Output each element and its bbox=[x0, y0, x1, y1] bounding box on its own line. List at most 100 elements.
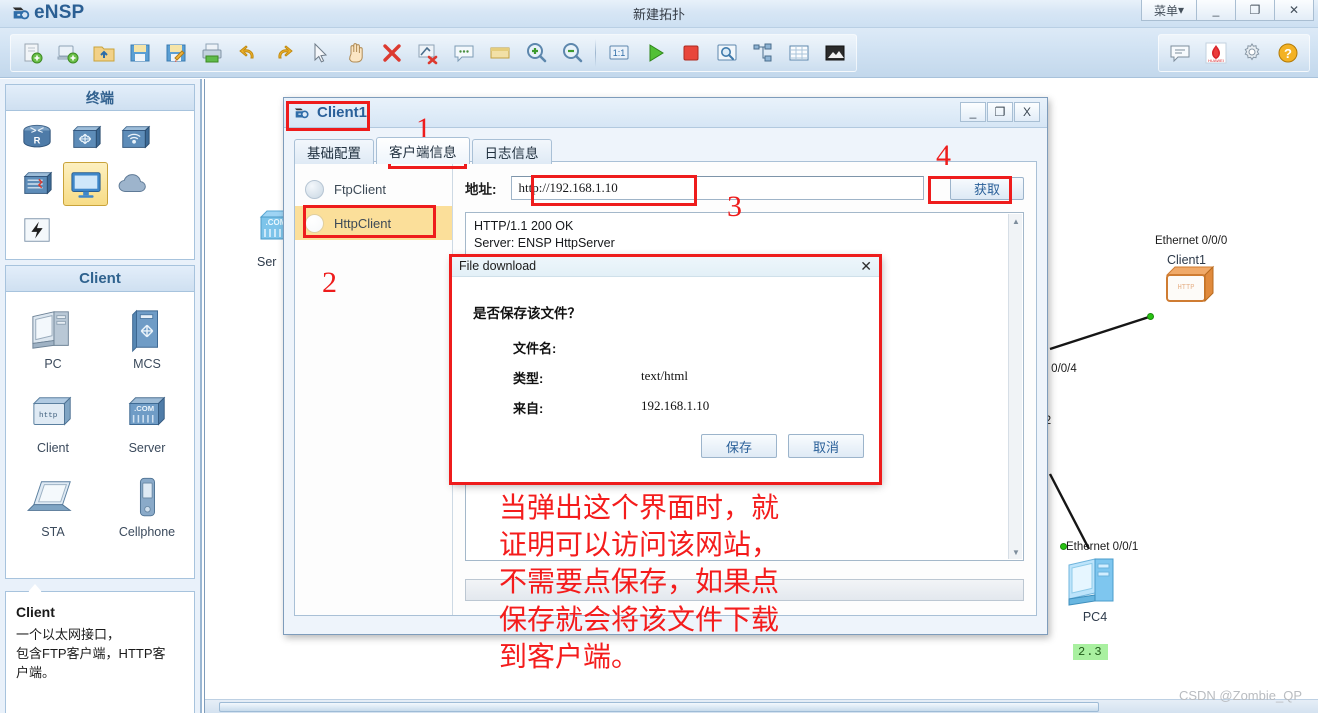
response-line: Server: ENSP HttpServer bbox=[474, 236, 615, 251]
list-item-httpclient[interactable]: HttpClient bbox=[295, 206, 452, 240]
help-icon[interactable]: ? bbox=[1271, 37, 1305, 69]
device-sta[interactable]: STA bbox=[6, 468, 100, 552]
category-terminal[interactable] bbox=[63, 162, 108, 206]
new-topology-icon[interactable] bbox=[15, 37, 49, 69]
delete-icon[interactable] bbox=[375, 37, 409, 69]
file-download-dialog: File download ✕ 是否保存该文件？ 文件名: 类型: text/h… bbox=[450, 255, 880, 483]
device-label: Client bbox=[37, 441, 69, 455]
comment-icon[interactable] bbox=[447, 37, 481, 69]
list-item-ftpclient[interactable]: FtpClient bbox=[295, 172, 452, 206]
row-key: 类型: bbox=[513, 371, 544, 386]
category-switch[interactable] bbox=[63, 116, 108, 160]
background-icon[interactable] bbox=[818, 37, 852, 69]
description-title: Client bbox=[16, 604, 55, 620]
client1-close-button[interactable]: X bbox=[1014, 102, 1040, 122]
device-panel-header: Client bbox=[6, 266, 194, 292]
shape-icon[interactable] bbox=[483, 37, 517, 69]
category-cloud[interactable] bbox=[112, 162, 157, 206]
device-panel: Client PC MCS http Client .COM Server ST… bbox=[5, 265, 195, 579]
print-icon[interactable] bbox=[195, 37, 229, 69]
scrollbar-thumb[interactable] bbox=[219, 702, 1099, 712]
save-button[interactable]: 保存 bbox=[701, 434, 777, 458]
topology-tree-icon[interactable] bbox=[746, 37, 780, 69]
settings-icon[interactable] bbox=[1235, 37, 1269, 69]
forum-icon[interactable] bbox=[1163, 37, 1197, 69]
toolbar-right-group: HUAWEI ? bbox=[1158, 34, 1310, 72]
address-input[interactable]: http://192.168.1.10 bbox=[510, 176, 924, 200]
category-power[interactable] bbox=[14, 208, 59, 252]
device-cellphone[interactable]: Cellphone bbox=[100, 468, 194, 552]
row-value: text/html bbox=[641, 368, 688, 383]
select-icon[interactable] bbox=[303, 37, 337, 69]
tab-basic-config[interactable]: 基础配置 bbox=[294, 139, 374, 164]
close-button[interactable]: ✕ bbox=[1274, 0, 1314, 21]
cellphone-icon bbox=[132, 472, 162, 524]
save-icon[interactable] bbox=[123, 37, 157, 69]
menu-label: 菜单 bbox=[1153, 3, 1178, 18]
category-grid: R bbox=[6, 111, 194, 259]
title-bar: eNSP 新建拓扑 菜单 ▾ _ ❐ ✕ bbox=[0, 0, 1318, 28]
com-server-icon: .COM bbox=[122, 388, 172, 440]
tab-client-info[interactable]: 客户端信息 bbox=[376, 137, 470, 164]
pc-icon bbox=[27, 304, 79, 356]
http-client-node-icon: HTTP bbox=[1165, 265, 1215, 303]
maximize-button[interactable]: ❐ bbox=[1235, 0, 1275, 21]
device-server[interactable]: .COM Server bbox=[100, 384, 194, 468]
svg-text:1:1: 1:1 bbox=[613, 48, 626, 58]
redo-icon[interactable] bbox=[267, 37, 301, 69]
device-client[interactable]: http Client bbox=[6, 384, 100, 468]
canvas-horizontal-scrollbar[interactable] bbox=[205, 699, 1318, 713]
close-icon[interactable]: ✕ bbox=[860, 258, 872, 274]
response-vertical-scrollbar[interactable]: ▲ ▼ bbox=[1008, 214, 1022, 559]
zoom-out-icon[interactable] bbox=[555, 37, 589, 69]
open-icon[interactable] bbox=[87, 37, 121, 69]
new-device-icon[interactable] bbox=[51, 37, 85, 69]
category-firewall[interactable] bbox=[14, 162, 59, 206]
client1-window-controls: _ ❐ X bbox=[959, 102, 1040, 122]
description-body: 一个以太网接口， 包含FTP客户端，HTTP客 户端。 bbox=[16, 627, 166, 680]
stop-device-icon[interactable] bbox=[674, 37, 708, 69]
toolbar-divider bbox=[595, 39, 596, 67]
row-key: 文件名: bbox=[513, 341, 557, 356]
tab-log-info[interactable]: 日志信息 bbox=[471, 139, 552, 164]
radio-icon[interactable] bbox=[305, 213, 324, 233]
svg-text:HTTP: HTTP bbox=[1178, 284, 1195, 292]
client1-tabs: 基础配置 客户端信息 日志信息 bbox=[294, 136, 1037, 164]
radio-icon[interactable] bbox=[305, 179, 324, 199]
save-as-icon[interactable] bbox=[159, 37, 193, 69]
category-panel-header: 终端 bbox=[6, 85, 194, 111]
topology-node-label-server: Ser bbox=[257, 255, 277, 269]
device-pc[interactable]: PC bbox=[6, 300, 100, 384]
device-sidebar: 终端 R Client PC MCS http Client .COM Serv… bbox=[0, 79, 202, 713]
cancel-button[interactable]: 取消 bbox=[788, 434, 864, 458]
client1-minimize-button[interactable]: _ bbox=[960, 102, 986, 122]
undo-icon[interactable] bbox=[231, 37, 265, 69]
topology-node-client1[interactable]: HTTP bbox=[1161, 261, 1223, 316]
zoom-in-icon[interactable] bbox=[519, 37, 553, 69]
zoom-actual-icon[interactable]: 1:1 bbox=[602, 37, 636, 69]
topology-node-pc4[interactable] bbox=[1063, 553, 1127, 614]
start-device-icon[interactable] bbox=[638, 37, 672, 69]
interface-label-pc4: Ethernet 0/0/1 bbox=[1066, 541, 1139, 553]
scroll-down-arrow-icon[interactable]: ▼ bbox=[1009, 545, 1023, 559]
device-mcs[interactable]: MCS bbox=[100, 300, 194, 384]
file-download-title: File download bbox=[459, 259, 537, 273]
ensp-application-window: eNSP 新建拓扑 菜单 ▾ _ ❐ ✕ 1:1 HUAWEI ? 终端 R C… bbox=[0, 0, 1318, 713]
delete-cable-icon[interactable] bbox=[411, 37, 445, 69]
response-line: HTTP/1.1 200 OK bbox=[474, 219, 574, 233]
scroll-up-arrow-icon[interactable]: ▲ bbox=[1009, 214, 1023, 228]
menu-button[interactable]: 菜单 ▾ bbox=[1141, 0, 1197, 21]
minimize-button[interactable]: _ bbox=[1196, 0, 1236, 21]
grid-icon[interactable] bbox=[782, 37, 816, 69]
client1-maximize-button[interactable]: ❐ bbox=[987, 102, 1013, 122]
topology-node-label-client1: Client1 bbox=[1167, 253, 1206, 267]
get-button[interactable]: 获取 bbox=[950, 176, 1024, 200]
huawei-icon[interactable]: HUAWEI bbox=[1199, 37, 1233, 69]
category-wlan[interactable] bbox=[112, 116, 157, 160]
topology-badge: 2.3 bbox=[1073, 644, 1108, 660]
capture-icon[interactable] bbox=[710, 37, 744, 69]
device-grid: PC MCS http Client .COM Server STA Cellp… bbox=[6, 292, 194, 578]
category-router[interactable]: R bbox=[14, 116, 59, 160]
link-status-dot-client1 bbox=[1147, 313, 1154, 320]
hand-icon[interactable] bbox=[339, 37, 373, 69]
